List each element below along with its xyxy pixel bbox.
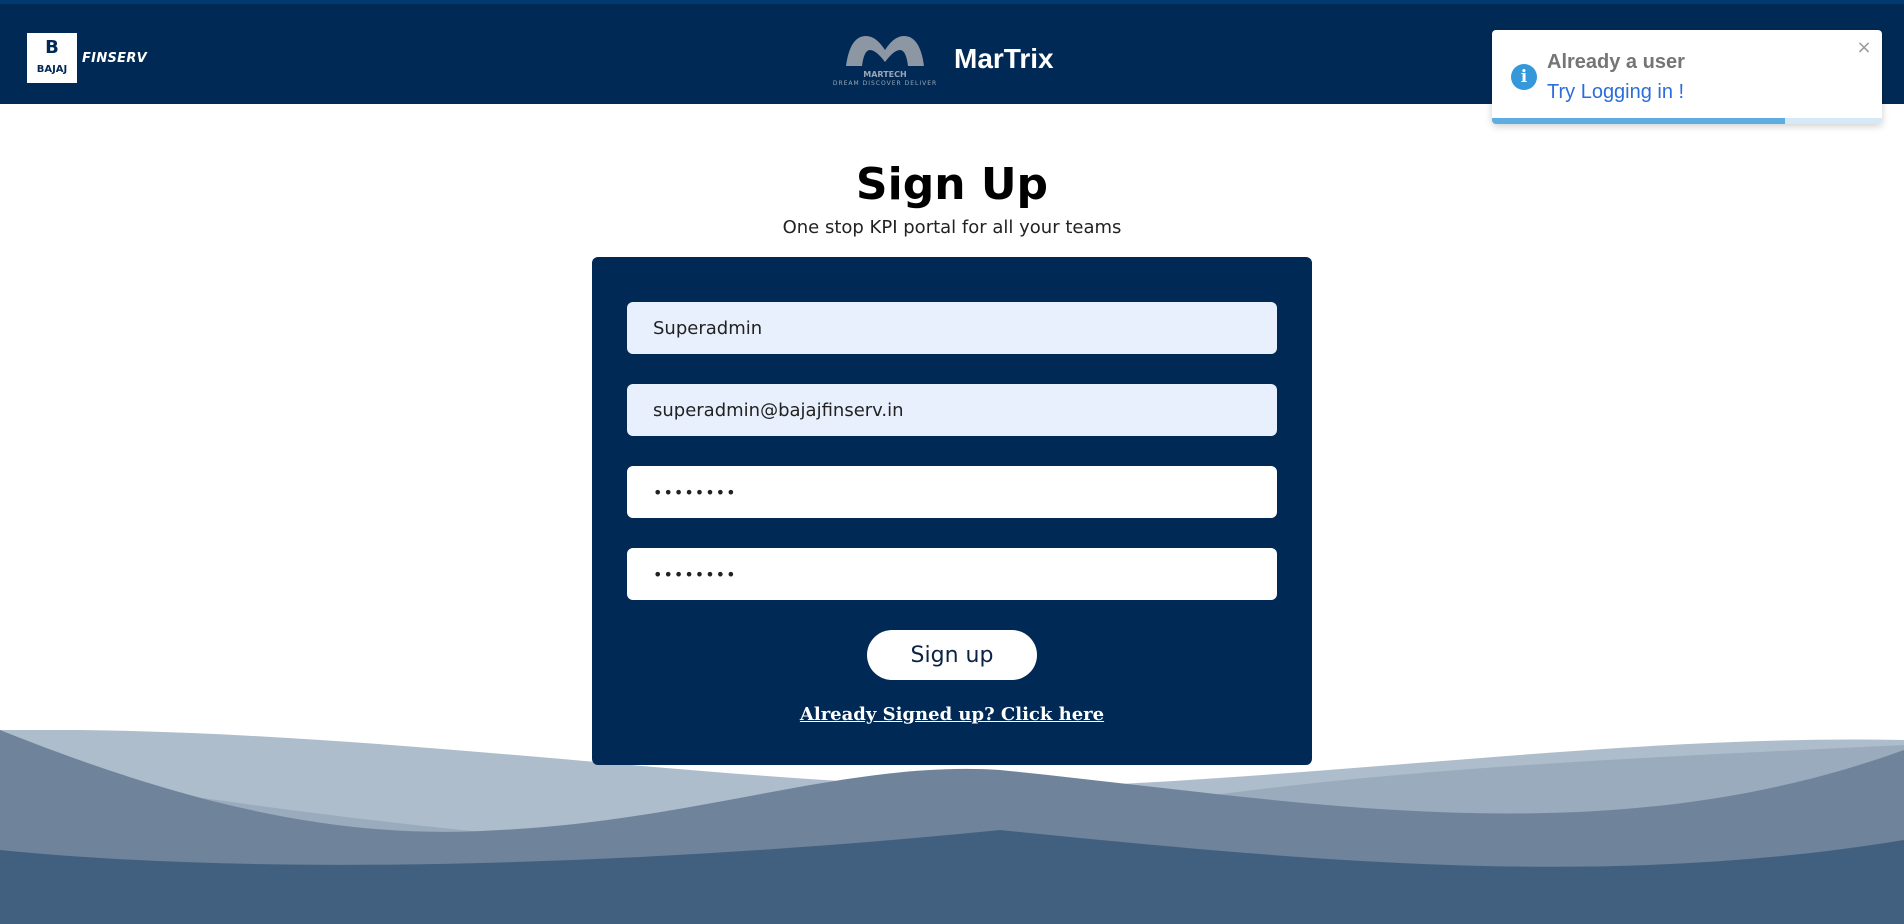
username-input[interactable] [627,302,1277,354]
confirm-password-input[interactable] [627,548,1277,600]
martech-logo-text: MARTECH [863,70,907,79]
sign-up-button[interactable]: Sign up [867,630,1037,680]
password-input[interactable] [627,466,1277,518]
toast-progress-track [1492,118,1882,124]
martech-logo-tagline: DREAM DISCOVER DELIVER [832,80,938,87]
martech-logo: MARTECH DREAM DISCOVER DELIVER [830,30,940,90]
signup-form-card: Sign up Already Signed up? Click here [592,257,1312,765]
martech-m-icon [846,36,924,66]
brand-logo-sub: BAJAJ [36,64,68,75]
close-icon[interactable]: × [1854,38,1874,58]
app-title: MarTrix [954,43,1054,74]
page-subtitle: One stop KPI portal for all your teams [782,217,1122,238]
bajaj-finserv-logo: B BAJAJ FINSERV [27,33,147,83]
page-title: Sign Up [855,159,1049,210]
login-link[interactable]: Already Signed up? Click here [592,703,1312,727]
info-toast: i Already a user Try Logging in ! × [1492,30,1882,124]
brand-logo-mark: B [45,37,59,58]
info-icon: i [1511,64,1537,90]
brand-name: FINSERV [82,50,148,66]
toast-title: Already a user [1547,51,1685,73]
brand-logo-box: B BAJAJ [27,33,77,83]
toast-progress-bar [1492,118,1785,124]
toast-message[interactable]: Try Logging in ! [1547,80,1684,104]
email-input[interactable] [627,384,1277,436]
